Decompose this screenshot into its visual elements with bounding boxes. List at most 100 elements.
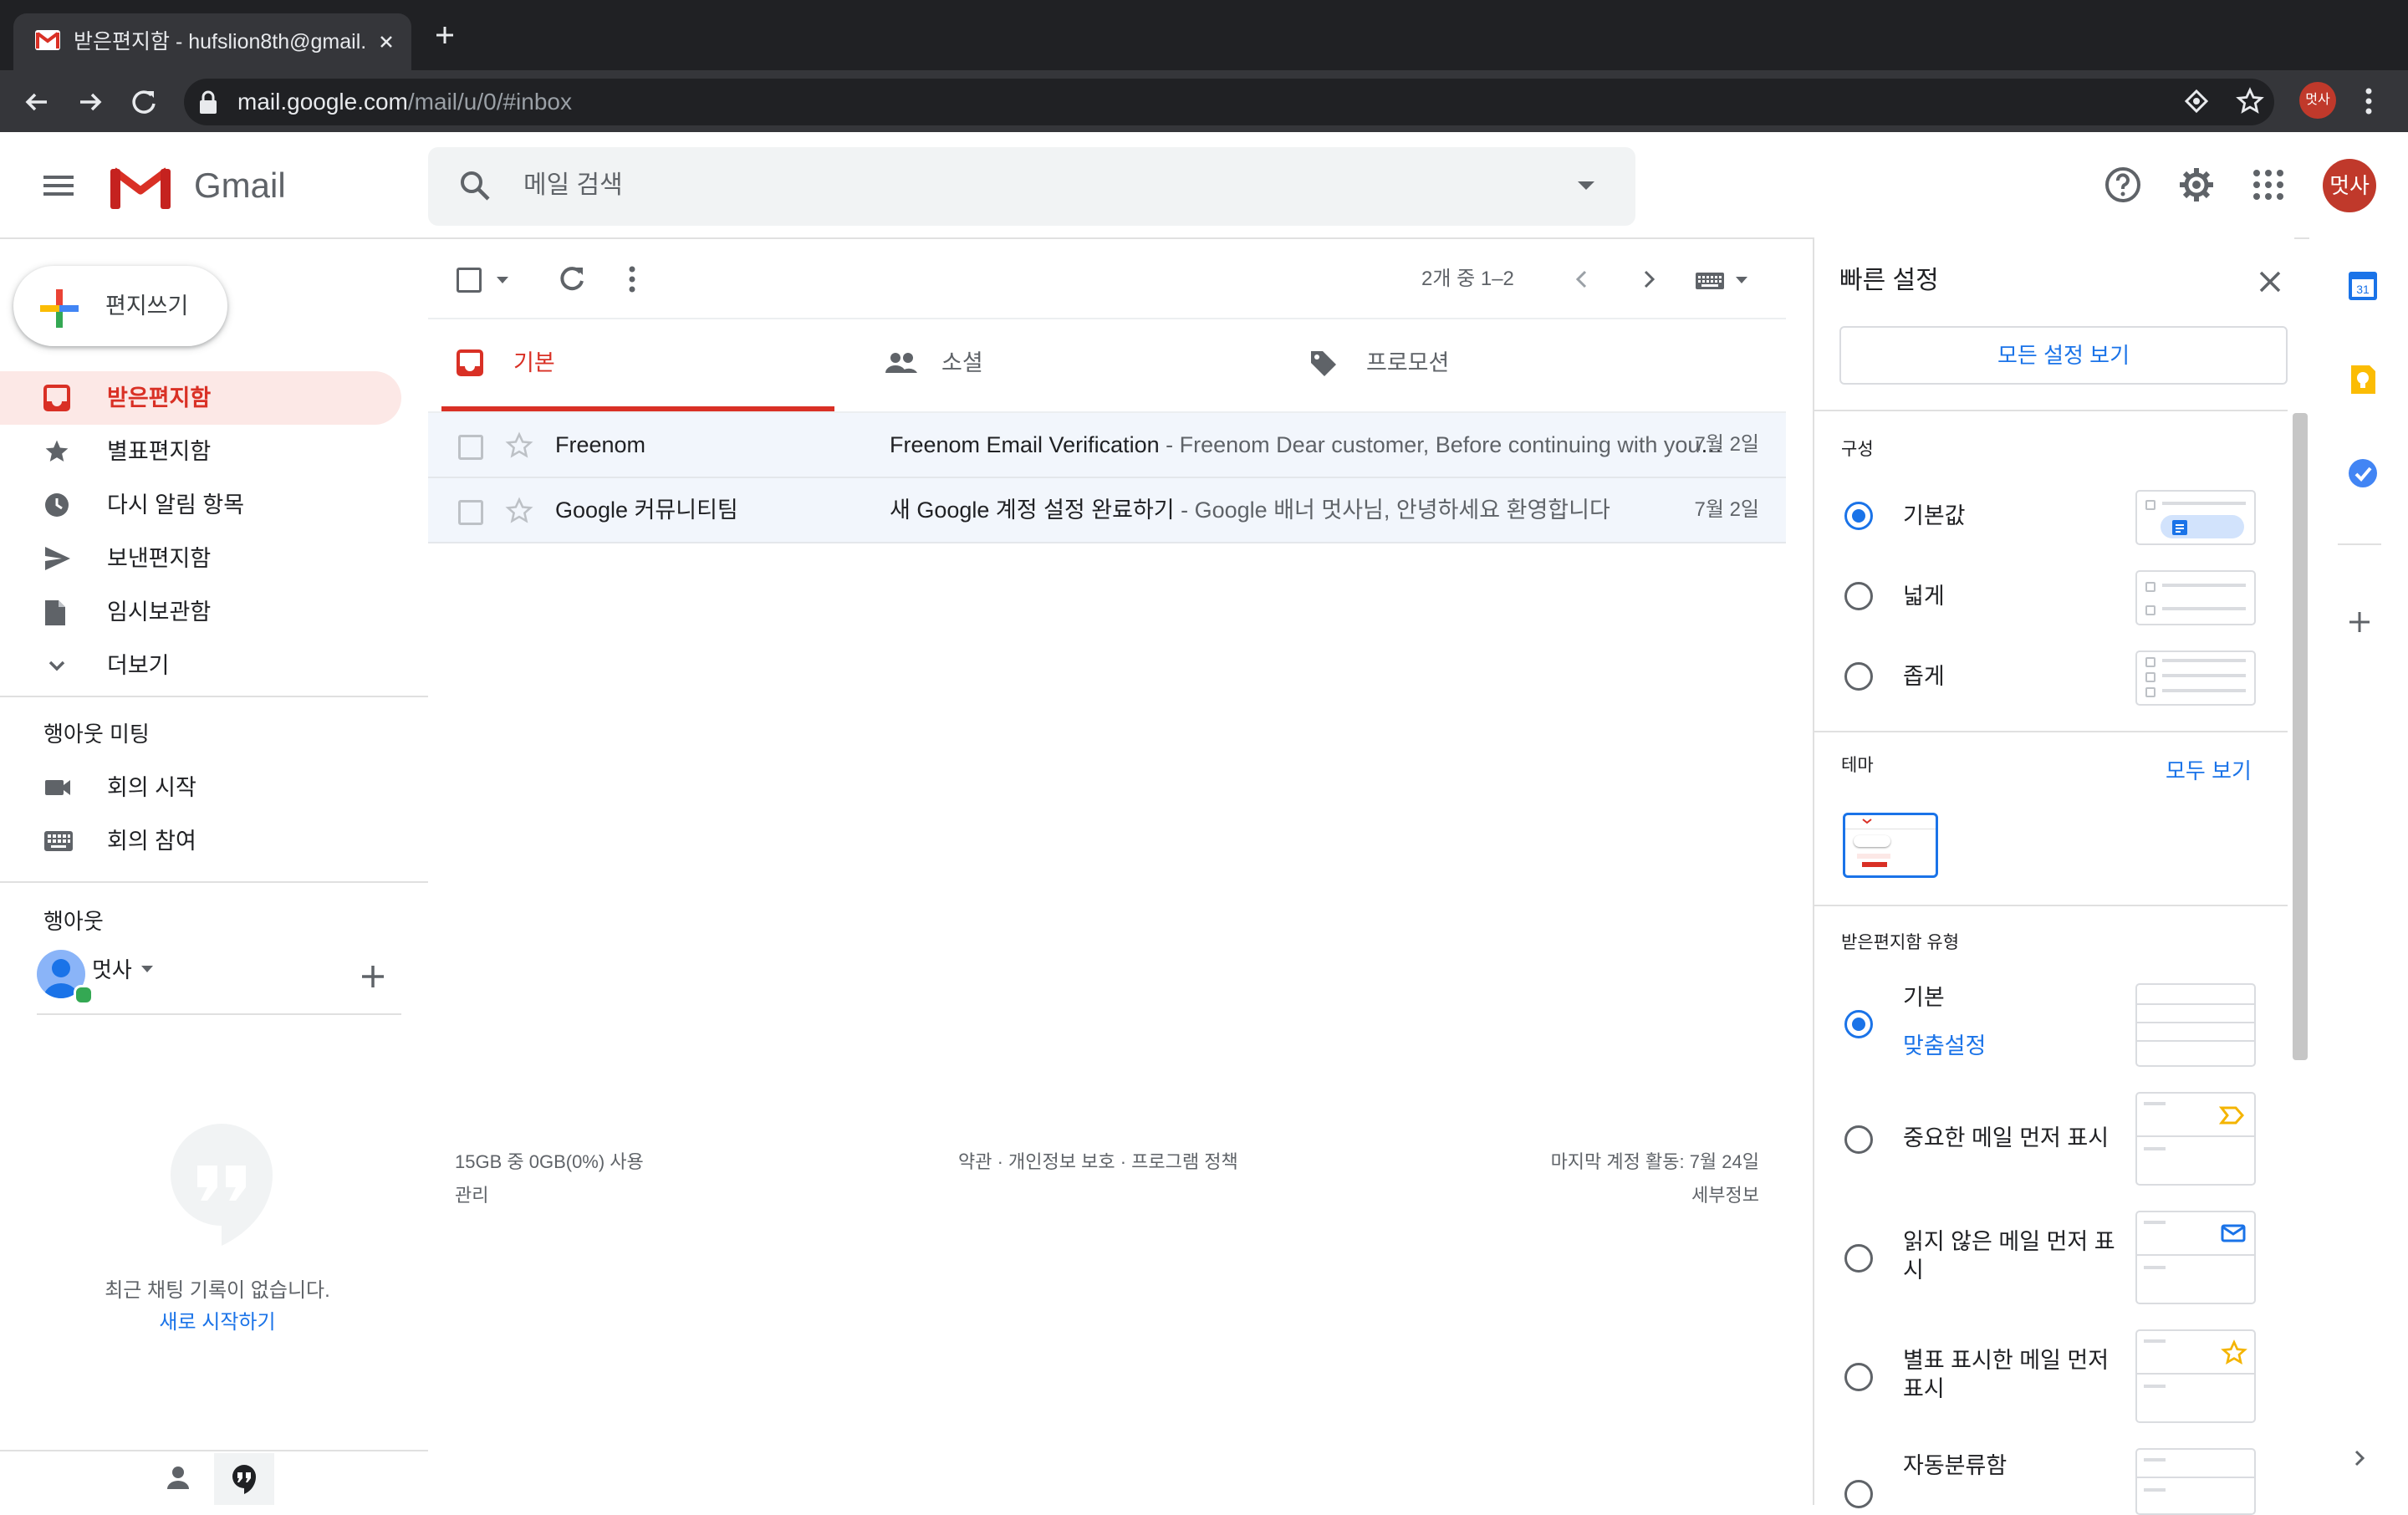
no-chats-text: 최근 채팅 기록이 없습니다. [105,1279,330,1302]
density-section-title: 구성 [1841,440,1874,459]
browser-profile-avatar[interactable]: 멋사 [2299,82,2336,119]
density-compact-thumbnail[interactable] [2135,650,2256,706]
email-row[interactable]: Freenom Freenom Email Verification - Fre… [428,413,1786,478]
inbox-type-default-radio[interactable] [1844,1010,1873,1038]
qs-divider [1814,731,2288,732]
star-outline-icon[interactable] [505,431,533,460]
density-option-label: 좁게 [1903,664,1945,689]
inbox-type-unread-radio[interactable] [1844,1244,1873,1273]
see-all-settings-button[interactable]: 모든 설정 보기 [1839,326,2288,385]
main-menu-icon[interactable] [42,169,75,202]
email-row[interactable]: Google 커뮤니티팀 새 Google 계정 설정 완료하기 - Googl… [428,478,1786,543]
more-vert-icon[interactable] [627,263,637,296]
density-compact-radio[interactable] [1844,662,1873,691]
inbox-type-starred-thumbnail[interactable] [2135,1329,2256,1423]
hangouts-user-name[interactable]: 멋사 [92,955,132,985]
density-default-radio[interactable] [1844,502,1873,530]
keep-icon[interactable] [2346,363,2380,396]
close-tab-icon[interactable] [375,30,398,54]
density-default-thumbnail[interactable] [2135,490,2256,545]
inbox-type-option-label: 읽지 않은 메일 먼저 표시 [1903,1229,2115,1283]
add-icon[interactable] [360,963,386,990]
person-icon[interactable] [166,1465,191,1490]
back-arrow-icon[interactable] [18,84,55,120]
chevron-left-icon[interactable] [1569,266,1595,293]
sidebar-item-starred[interactable]: 별표편지함 [0,425,401,478]
tab-label: 기본 [513,350,555,375]
add-addon-icon[interactable] [2346,609,2373,635]
bookmark-star-icon[interactable] [2236,87,2264,115]
sidebar-item-drafts[interactable]: 임시보관함 [0,585,401,639]
google-apps-icon[interactable] [2252,169,2284,201]
tab-primary[interactable]: 기본 [441,319,834,411]
email-subject: Freenom Email Verification [890,432,1160,457]
refresh-icon[interactable] [555,263,589,296]
inbox-type-priority-radio[interactable] [1844,1480,1873,1508]
sidebar-item-snoozed[interactable]: 다시 알림 항목 [0,478,401,532]
star-outline-icon[interactable] [505,497,533,525]
more-vert-icon[interactable] [2363,87,2375,115]
search-options-caret-icon[interactable] [1575,179,1597,192]
new-tab-icon[interactable] [435,25,455,45]
qs-divider [1814,905,2288,906]
inbox-type-option-label: 자동분류함 [1903,1453,2008,1478]
manage-storage-link[interactable]: 관리 [455,1181,488,1211]
expand-panel-chevron-icon[interactable] [2346,1445,2373,1472]
inbox-type-important-thumbnail[interactable] [2135,1092,2256,1186]
meet-start-item[interactable]: 회의 시작 [0,761,401,814]
email-checkbox[interactable] [458,435,483,460]
inbox-type-starred-radio[interactable] [1844,1363,1873,1391]
inbox-type-priority-thumbnail[interactable] [2135,1448,2256,1515]
sidebar-item-sent[interactable]: 보낸편지함 [0,532,401,585]
search-input[interactable]: 메일 검색 [523,167,623,204]
email-content: 새 Google 계정 설정 완료하기 - Google 배너 멋사님, 안녕하… [890,493,1727,527]
settings-gear-icon[interactable] [2177,166,2216,204]
account-avatar[interactable]: 멋사 [2323,159,2376,212]
sidebar-item-more[interactable]: 더보기 [0,639,401,692]
sidebar-item-inbox[interactable]: 받은편지함 [0,371,401,425]
search-icon[interactable] [457,167,493,204]
email-checkbox[interactable] [458,500,483,525]
start-new-chat-link[interactable]: 새로 시작하기 [50,1308,385,1338]
browser-tab[interactable]: 받은편지함 - hufslion8th@gmail.com [13,13,411,70]
footer-links[interactable]: 약관 · 개인정보 보호 · 프로그램 정책 [958,1147,1238,1177]
tab-promotions[interactable]: 프로모션 [1294,319,1687,411]
select-caret-icon[interactable] [495,276,510,284]
select-all-checkbox[interactable] [457,268,482,293]
inbox-type-important-radio[interactable] [1844,1125,1873,1154]
forward-arrow-icon[interactable] [72,84,109,120]
density-comfortable-radio[interactable] [1844,582,1873,610]
lock-icon[interactable] [197,90,219,115]
email-subject: 새 Google 계정 설정 완료하기 [890,497,1175,523]
caret-down-icon[interactable] [140,965,154,973]
reload-icon[interactable] [125,84,162,120]
inbox-type-unread-thumbnail[interactable] [2135,1211,2256,1304]
extension-icon[interactable] [2184,89,2209,114]
browser-tab-title: 받은편지함 - hufslion8th@gmail.com [74,30,366,54]
customize-link[interactable]: 맞춤설정 [1903,1032,1986,1060]
close-icon[interactable] [2258,269,2283,294]
inbox-type-default-thumbnail[interactable] [2135,983,2256,1067]
meet-join-item[interactable]: 회의 참여 [0,814,401,868]
qs-scrollbar[interactable] [2293,413,2308,1060]
theme-thumbnail-default[interactable] [1843,813,1938,878]
theme-see-all-link[interactable]: 모두 보기 [2166,756,2252,786]
inbox-type-option-label: 별표 표시한 메일 먼저 표시 [1903,1348,2110,1401]
activity-details-link[interactable]: 세부정보 [1691,1181,1759,1211]
tasks-icon[interactable] [2346,457,2380,490]
quick-settings-title: 빠른 설정 [1839,267,1939,294]
gmail-wordmark: Gmail [194,166,286,205]
input-tools-keyboard-icon[interactable] [1694,269,1752,291]
density-comfortable-thumbnail[interactable] [2135,570,2256,625]
tab-social[interactable]: 소셜 [870,319,1263,411]
calendar-icon[interactable]: 31 [2346,269,2380,303]
compose-plus-icon [38,288,80,329]
gmail-favicon-icon [35,30,60,50]
theme-section-title: 테마 [1841,756,1874,775]
chevron-down-icon [43,652,70,679]
help-icon[interactable] [2104,166,2142,204]
gmail-logo-icon[interactable] [109,164,172,211]
hangouts-tab[interactable] [214,1453,274,1505]
url-text[interactable]: mail.google.com/mail/u/0/#inbox [237,85,572,119]
chevron-right-icon[interactable] [1635,266,1662,293]
